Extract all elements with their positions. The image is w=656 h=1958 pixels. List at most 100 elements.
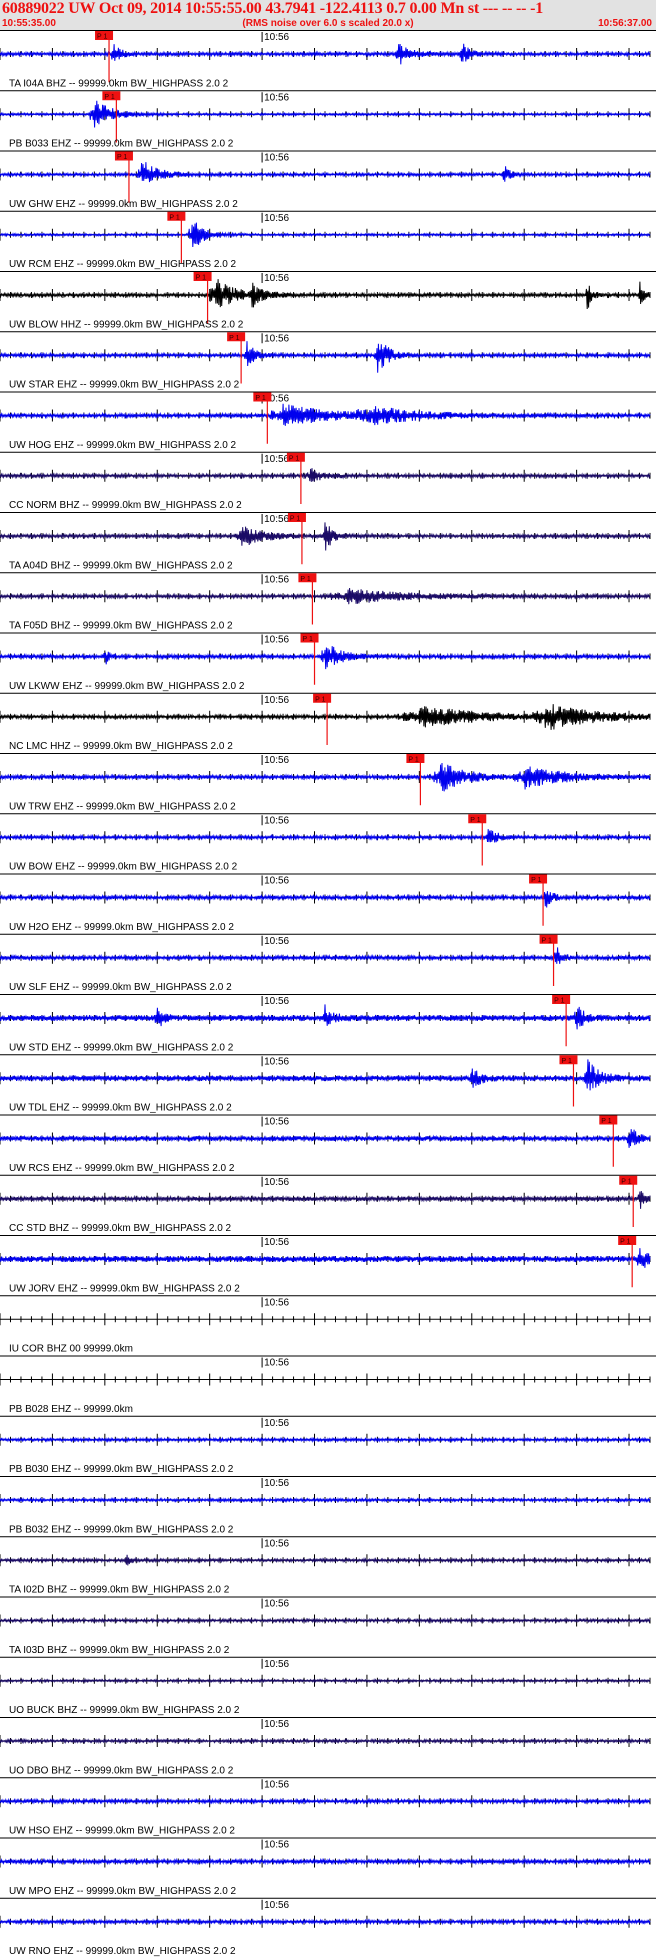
pick-label: P 1 [169, 214, 179, 221]
waveform [0, 162, 651, 183]
trace-label: UO DBO BHZ -- 99999.0km BW_HIGHPASS 2.0 … [9, 1765, 234, 1776]
seismogram-plot: 10:56 P 1 TA I04A BHZ -- 99999.0km BW_HIGH… [0, 30, 656, 1957]
waveform [0, 43, 651, 65]
minute-label: 10:56 [264, 574, 289, 585]
trace-label: UW JORV EHZ -- 99999.0km BW_HIGHPASS 2.0… [9, 1283, 240, 1294]
minute-label: 10:56 [264, 514, 289, 525]
trace-label: UW RCM EHZ -- 99999.0km BW_HIGHPASS 2.0 … [9, 259, 237, 270]
trace-row: 10:56 P 1 UW TDL EHZ -- 99999.0km BW_HIGHP… [0, 1054, 656, 1114]
event-title: 60889022 UW Oct 09, 2014 10:55:55.00 43.… [2, 0, 544, 17]
trace-row: 10:56 P 1 TA I04A BHZ -- 99999.0km BW_HIGH… [0, 30, 656, 89]
pick-label: P 1 [601, 1118, 611, 1125]
waveform [0, 947, 651, 964]
trace-row: 10:56 TA I02D BHZ -- 99999.0km BW_HIGHPAS… [0, 1536, 656, 1596]
waveform [0, 468, 651, 482]
end-time: 10:56:37.00 [598, 18, 652, 29]
pick-label: P 1 [229, 335, 239, 342]
trace-label: CC STD BHZ -- 99999.0km BW_HIGHPASS 2.0 … [9, 1223, 232, 1234]
pick-label: P 1 [408, 757, 418, 764]
trace-label: PB B033 EHZ -- 99999.0km BW_HIGHPASS 2.0… [9, 139, 234, 150]
trace-label: TA I03D BHZ -- 99999.0km BW_HIGHPASS 2.0… [9, 1645, 230, 1656]
waveform [0, 279, 651, 310]
waveform [0, 587, 651, 605]
minute-label: 10:56 [264, 1779, 289, 1790]
minute-label: 10:56 [264, 815, 289, 826]
waveform [0, 762, 651, 792]
minute-label: 10:56 [264, 92, 289, 103]
pick-label: P 1 [303, 636, 313, 643]
minute-label: 10:56 [264, 1177, 289, 1188]
minute-label: 10:56 [264, 333, 289, 344]
pick-label: P 1 [117, 154, 127, 161]
minute-label: 10:56 [264, 936, 289, 947]
minute-label: 10:56 [264, 1599, 289, 1610]
pick-label: P 1 [542, 937, 552, 944]
trace-row: 10:56 UW RNO EHZ -- 99999.0km BW_HIGHPASS… [0, 1897, 656, 1957]
trace-row: 10:56 UW MPO EHZ -- 99999.0km BW_HIGHPASS… [0, 1837, 656, 1897]
trace-row: 10:56 P 1 UW GHW EHZ -- 99999.0km BW_HIGHP… [0, 150, 656, 210]
waveform [0, 222, 651, 248]
trace-label: TA I02D BHZ -- 99999.0km BW_HIGHPASS 2.0… [9, 1585, 230, 1596]
trace-label: UW HOG EHZ -- 99999.0km BW_HIGHPASS 2.0 … [9, 440, 237, 451]
trace-label: UW GHW EHZ -- 99999.0km BW_HIGHPASS 2.0 … [9, 199, 238, 210]
pick-label: P 1 [561, 1058, 571, 1065]
trace-row: 10:56 PB B030 EHZ -- 99999.0km BW_HIGHPAS… [0, 1415, 656, 1475]
trace-label: UW RCS EHZ -- 99999.0km BW_HIGHPASS 2.0 … [9, 1163, 235, 1174]
trace-row: 10:56 P 1 UW RCS EHZ -- 99999.0km BW_HIGHP… [0, 1114, 656, 1174]
pick-label: P 1 [289, 455, 299, 462]
minute-label: 10:56 [264, 1056, 289, 1067]
pick-label: P 1 [531, 877, 541, 884]
minute-label: 10:56 [264, 1719, 289, 1730]
minute-label: 10:56 [264, 876, 289, 887]
trace-label: CC NORM BHZ -- 99999.0km BW_HIGHPASS 2.0… [9, 500, 242, 511]
pick-label: P 1 [290, 516, 300, 523]
waveform [0, 403, 651, 426]
minute-label: 10:56 [264, 1478, 289, 1489]
pick-label: P 1 [97, 34, 107, 41]
minute-label: 10:56 [264, 273, 289, 284]
waveform [0, 829, 651, 843]
minute-label: 10:56 [264, 213, 289, 224]
trace-row: 10:56 P 1 UW JORV EHZ -- 99999.0km BW_HIGH… [0, 1235, 656, 1294]
trace-label: NC LMC HHZ -- 99999.0km BW_HIGHPASS 2.0 … [9, 741, 233, 752]
waveform [0, 646, 651, 670]
trace-label: UW BLOW HHZ -- 99999.0km BW_HIGHPASS 2.0… [9, 319, 244, 330]
trace-row: 10:56 PB B028 EHZ -- 99999.0km [0, 1355, 656, 1415]
waveform [0, 1248, 651, 1268]
pick-label: P 1 [300, 576, 310, 583]
trace-row: 10:56 P 1 UW STD EHZ -- 99999.0km BW_HIGHP… [0, 994, 656, 1053]
trace-label: TA F05D BHZ -- 99999.0km BW_HIGHPASS 2.0… [9, 621, 233, 632]
trace-row: 10:56 IU COR BHZ 00 99999.0km [0, 1295, 656, 1355]
trace-label: UO BUCK BHZ -- 99999.0km BW_HIGHPASS 2.0… [9, 1705, 240, 1716]
minute-label: 10:56 [264, 635, 289, 646]
rms-subtitle: (RMS noise over 6.0 s scaled 20.0 x) [242, 18, 414, 29]
waveform [0, 522, 651, 551]
pick-label: P 1 [104, 94, 114, 101]
minute-label: 10:56 [264, 1840, 289, 1851]
waveform [0, 100, 651, 128]
trace-label: UW STAR EHZ -- 99999.0km BW_HIGHPASS 2.0… [9, 380, 240, 391]
waveform [0, 1059, 651, 1091]
trace-row: 10:56 P 1 UW H2O EHZ -- 99999.0km BW_HIGHP… [0, 873, 656, 933]
trace-row: 10:56 P 1 TA F05D BHZ -- 99999.0km BW_HIGH… [0, 572, 656, 632]
trace-row: 10:56 PB B032 EHZ -- 99999.0km BW_HIGHPAS… [0, 1476, 656, 1535]
pick-label: P 1 [255, 395, 265, 402]
trace-label: UW RNO EHZ -- 99999.0km BW_HIGHPASS 2.0 … [9, 1946, 236, 1957]
minute-label: 10:56 [264, 1237, 289, 1248]
minute-label: 10:56 [264, 1297, 289, 1308]
trace-row: 10:56 UO BUCK BHZ -- 99999.0km BW_HIGHPAS… [0, 1656, 656, 1716]
minute-label: 10:56 [264, 1117, 289, 1128]
trace-row: 10:56 P 1 UW LKWW EHZ -- 99999.0km BW_HIGH… [0, 632, 656, 692]
minute-label: 10:56 [264, 1418, 289, 1429]
trace-row: 10:56 P 1 UW RCM EHZ -- 99999.0km BW_HIGHP… [0, 210, 656, 270]
pick-label: P 1 [315, 696, 325, 703]
trace-row: 10:56 P 1 UW STAR EHZ -- 99999.0km BW_HIGH… [0, 331, 656, 391]
minute-label: 10:56 [264, 1900, 289, 1911]
trace-label: PB B032 EHZ -- 99999.0km BW_HIGHPASS 2.0… [9, 1524, 234, 1535]
trace-row: 10:56 P 1 CC NORM BHZ -- 99999.0km BW_HIGH… [0, 451, 656, 511]
trace-label: UW LKWW EHZ -- 99999.0km BW_HIGHPASS 2.0… [9, 681, 245, 692]
waveform [0, 1129, 651, 1148]
waveform [0, 704, 651, 730]
trace-label: UW HSO EHZ -- 99999.0km BW_HIGHPASS 2.0 … [9, 1826, 235, 1837]
trace-label: UW BOW EHZ -- 99999.0km BW_HIGHPASS 2.0 … [9, 862, 238, 873]
